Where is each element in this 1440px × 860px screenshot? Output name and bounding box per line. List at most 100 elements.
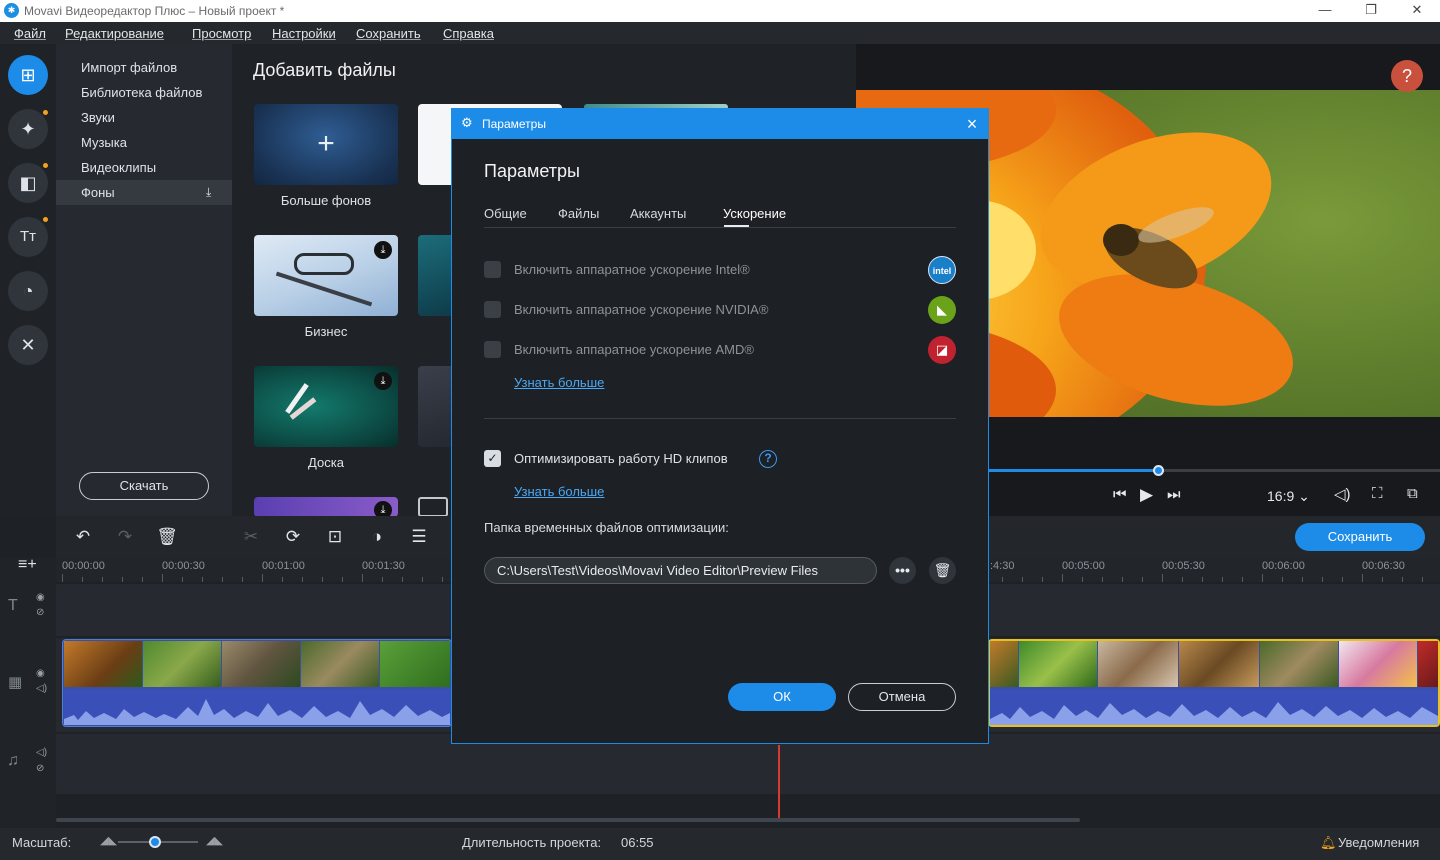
sidebar-item-backgrounds[interactable]: Фоны ⤓ — [56, 180, 232, 205]
ruler-tick — [1022, 577, 1023, 582]
restore-button[interactable]: ❐ — [1348, 0, 1394, 22]
menu-settings[interactable]: Настройки — [272, 26, 336, 41]
ruler-tick — [1122, 577, 1123, 582]
stickers-icon[interactable]: ◔ — [8, 271, 48, 311]
playhead[interactable] — [778, 745, 780, 818]
ruler-tick — [1042, 577, 1043, 582]
unlink-icon[interactable]: ⊘ — [36, 607, 44, 618]
volume-icon[interactable]: ◁) — [1334, 485, 1351, 503]
previous-frame-icon[interactable]: ⏮ — [1113, 486, 1127, 503]
visibility-eye-icon[interactable]: ◉ — [36, 592, 45, 603]
minimize-button[interactable]: — — [1302, 0, 1348, 22]
tile-outline[interactable] — [418, 497, 448, 516]
sidebar-item-file-library[interactable]: Библиотека файлов — [56, 80, 232, 105]
close-window-button[interactable]: ✕ — [1394, 0, 1440, 22]
transitions-icon[interactable]: ◧ — [8, 163, 48, 203]
clear-folder-icon[interactable]: 🗑 — [929, 557, 956, 584]
clip-properties-icon[interactable]: ☰ — [407, 525, 431, 549]
temp-folder-label: Папка временных файлов оптимизации: — [484, 520, 729, 535]
tab-general[interactable]: Общие — [484, 206, 527, 221]
ruler-tick — [1242, 577, 1243, 582]
tick-label: 00:06:00 — [1262, 560, 1305, 572]
tile-more-backgrounds[interactable]: + — [254, 104, 398, 185]
magic-wand-icon[interactable]: ✦ — [8, 109, 48, 149]
ruler-tick — [1102, 577, 1103, 582]
redo-icon[interactable]: ↷ — [113, 525, 137, 549]
ruler-tick — [282, 577, 283, 582]
amd-acceleration-checkbox[interactable] — [484, 341, 501, 358]
zoom-in-icon[interactable]: ◢◣ — [206, 834, 223, 847]
temp-folder-field[interactable]: C:\Users\Test\Videos\Movavi Video Editor… — [484, 557, 877, 584]
sidebar-item-import-files[interactable]: Импорт файлов — [56, 55, 232, 80]
optimize-hd-checkbox[interactable]: ✓ — [484, 450, 501, 467]
video-track-icon: ▦ — [8, 674, 23, 691]
ruler-tick — [82, 577, 83, 582]
ruler-tick — [182, 577, 183, 582]
mute-icon[interactable]: ◁) — [36, 683, 47, 694]
browse-folder-icon[interactable]: ••• — [889, 557, 916, 584]
close-icon[interactable]: × — [961, 113, 983, 135]
ruler-tick — [1342, 577, 1343, 582]
timeline-scrollbar[interactable] — [56, 818, 1080, 822]
plus-icon: + — [317, 127, 335, 160]
zoom-out-icon[interactable]: ◢◣ — [100, 834, 117, 847]
save-button[interactable]: Сохранить — [1295, 523, 1425, 551]
undo-icon[interactable]: ↶ — [71, 525, 95, 549]
nvidia-acceleration-checkbox[interactable] — [484, 301, 501, 318]
learn-more-link[interactable]: Узнать больше — [514, 375, 604, 390]
add-track-icon[interactable]: ≡+ — [18, 556, 37, 574]
next-frame-icon[interactable]: ⏭ — [1167, 486, 1181, 503]
learn-more-link[interactable]: Узнать больше — [514, 484, 604, 499]
zoom-slider-knob[interactable] — [149, 836, 161, 848]
menu-view[interactable]: Просмотр — [192, 26, 251, 41]
tools-icon[interactable]: ✕ — [8, 325, 48, 365]
sidebar-item-music[interactable]: Музыка — [56, 130, 232, 155]
notifications-link[interactable]: Уведомления — [1338, 835, 1419, 850]
tile-purple[interactable]: ⤓ — [254, 497, 398, 516]
titles-icon[interactable]: Tт — [8, 217, 48, 257]
import-icon[interactable]: ⊞ — [8, 55, 48, 95]
tile-board[interactable]: ⤓ — [254, 366, 398, 447]
download-icon[interactable]: ⤓ — [374, 241, 392, 259]
rotate-icon[interactable]: ⟳ — [281, 525, 305, 549]
cancel-button[interactable]: Отмена — [848, 683, 956, 711]
visibility-eye-icon[interactable]: ◉ — [36, 668, 45, 679]
menu-save[interactable]: Сохранить — [356, 26, 421, 41]
play-icon[interactable]: ▶ — [1140, 485, 1153, 505]
cut-icon[interactable]: ✂ — [239, 525, 263, 549]
tile-business[interactable]: ⤓ — [254, 235, 398, 316]
download-icon[interactable]: ⤓ — [374, 501, 392, 516]
content-title: Добавить файлы — [253, 60, 396, 80]
tab-accounts[interactable]: Аккаунты — [630, 206, 686, 221]
preview-scrubber-knob[interactable] — [1153, 465, 1164, 476]
tab-acceleration[interactable]: Ускорение — [723, 206, 786, 221]
unlink-icon[interactable]: ⊘ — [36, 763, 44, 774]
mute-icon[interactable]: ◁) — [36, 747, 47, 758]
menu-help[interactable]: Справка — [443, 26, 494, 41]
tab-divider — [484, 227, 956, 228]
sidebar-item-videoclips[interactable]: Видеоклипы — [56, 155, 232, 180]
menu-edit[interactable]: Редактирование — [65, 26, 164, 41]
ruler-tick — [162, 574, 163, 582]
movavi-logo-icon: ✱ — [4, 3, 19, 18]
tile-label: Больше фонов — [280, 193, 372, 208]
question-icon[interactable]: ? — [759, 450, 777, 468]
tab-files[interactable]: Файлы — [558, 206, 599, 221]
help-button[interactable]: ? — [1391, 60, 1423, 92]
download-button[interactable]: Скачать — [79, 472, 209, 500]
ruler-tick — [1302, 577, 1303, 582]
aspect-ratio-select[interactable]: 16:9 ⌄ — [1267, 488, 1310, 505]
delete-icon[interactable]: 🗑 — [155, 525, 179, 549]
menu-file[interactable]: Файл — [14, 26, 46, 41]
color-adjust-icon[interactable]: ◑ — [365, 525, 389, 549]
detach-preview-icon[interactable]: ⧉ — [1407, 485, 1418, 502]
crop-icon[interactable]: ⊡ — [323, 525, 347, 549]
ok-button[interactable]: ОК — [728, 683, 836, 711]
clip-thumbnail — [1019, 641, 1097, 687]
ruler-tick — [1262, 574, 1263, 582]
download-icon[interactable]: ⤓ — [374, 372, 392, 390]
intel-acceleration-checkbox[interactable] — [484, 261, 501, 278]
sidebar-item-sounds[interactable]: Звуки — [56, 105, 232, 130]
fullscreen-icon[interactable]: ⛶ — [1372, 485, 1383, 502]
bell-icon[interactable]: 🔔︎ — [1320, 835, 1337, 851]
